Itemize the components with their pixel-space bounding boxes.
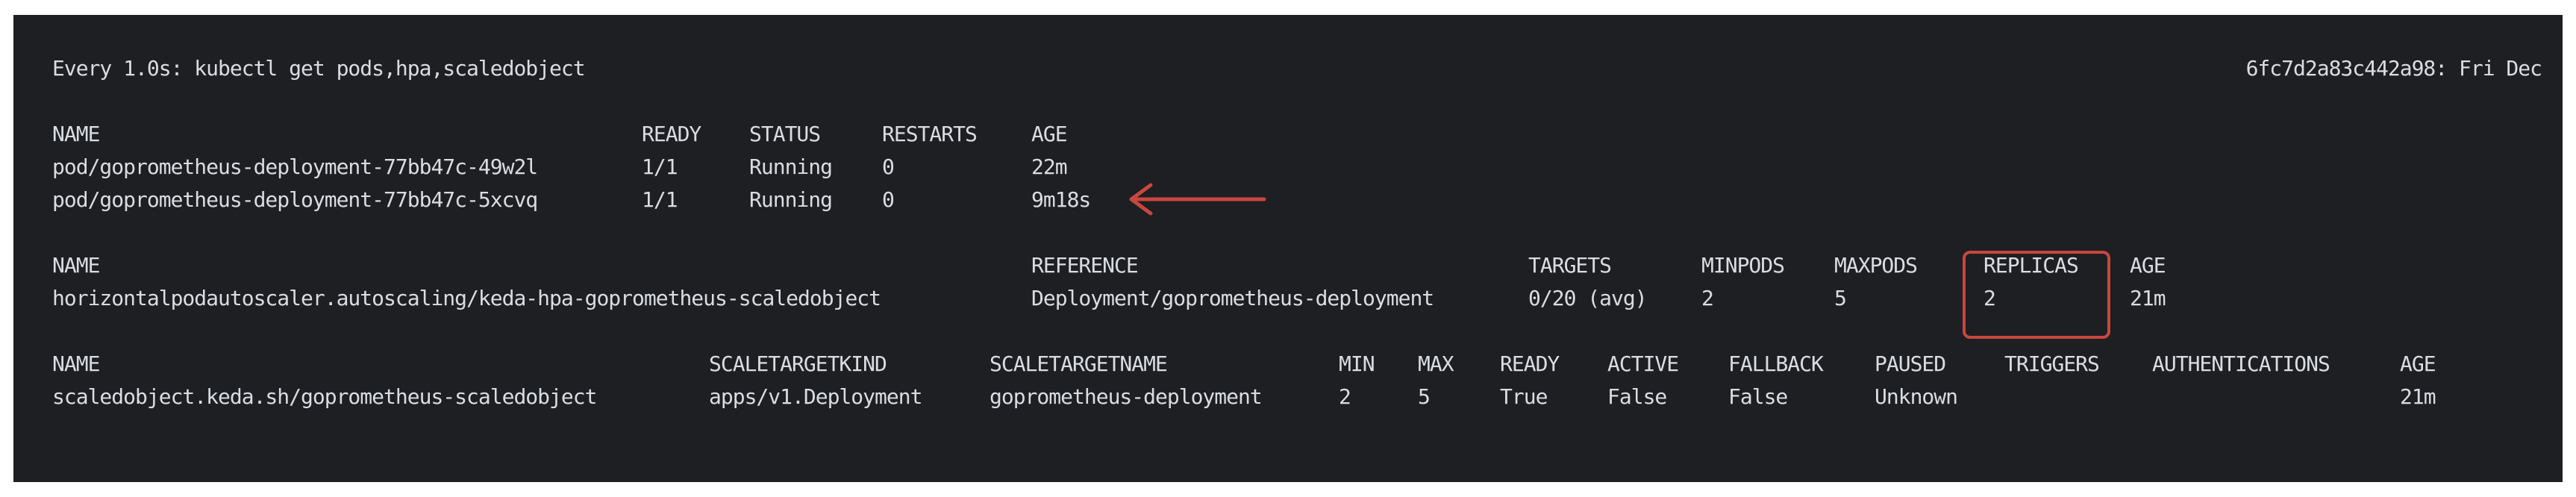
- pod-restarts: 0: [882, 187, 895, 212]
- pod-ready: 1/1: [642, 154, 678, 179]
- left-arrow-icon: [1129, 183, 1266, 216]
- so-header-name: NAME: [52, 351, 100, 376]
- so-header-min: MIN: [1339, 351, 1375, 376]
- hpa-name: horizontalpodautoscaler.autoscaling/keda…: [52, 286, 881, 310]
- hpa-targets: 0/20 (avg): [1528, 286, 1648, 310]
- pod-restarts: 0: [882, 154, 895, 179]
- hpa-reference: Deployment/goprometheus-deployment: [1031, 286, 1434, 310]
- so-header-active: ACTIVE: [1607, 351, 1679, 376]
- so-paused: Unknown: [1875, 384, 1958, 409]
- pods-header-status: STATUS: [749, 122, 821, 146]
- pod-ready: 1/1: [642, 187, 678, 212]
- hpa-header-reference: REFERENCE: [1031, 253, 1139, 278]
- hpa-header-minpods: MINPODS: [1701, 253, 1785, 278]
- hpa-age: 21m: [2130, 286, 2166, 310]
- hpa-header-maxpods: MAXPODS: [1834, 253, 1918, 278]
- so-max: 5: [1418, 384, 1431, 409]
- so-header-age: AGE: [2400, 351, 2436, 376]
- terminal-window: Every 1.0s: kubectl get pods,hpa,scaledo…: [13, 15, 2563, 482]
- replicas-highlight-box: [1963, 251, 2110, 339]
- so-ready: True: [1500, 384, 1548, 409]
- watch-command: Every 1.0s: kubectl get pods,hpa,scaledo…: [52, 56, 586, 81]
- pod-age: 22m: [1031, 154, 1068, 179]
- so-header-paused: PAUSED: [1875, 351, 1946, 376]
- so-header-scaletargetkind: SCALETARGETKIND: [709, 351, 887, 376]
- hpa-minpods: 2: [1701, 286, 1714, 310]
- so-scaletargetname: goprometheus-deployment: [990, 384, 1263, 409]
- so-header-fallback: FALLBACK: [1728, 351, 1824, 376]
- so-min: 2: [1339, 384, 1351, 409]
- pod-status: Running: [749, 187, 833, 212]
- so-header-scaletargetname: SCALETARGETNAME: [990, 351, 1168, 376]
- pod-name: pod/goprometheus-deployment-77bb47c-5xcv…: [52, 187, 538, 212]
- so-header-ready: READY: [1500, 351, 1560, 376]
- hpa-header-targets: TARGETS: [1528, 253, 1612, 278]
- pods-header-name: NAME: [52, 122, 100, 146]
- so-age: 21m: [2400, 384, 2436, 409]
- so-fallback: False: [1728, 384, 1788, 409]
- pods-header-age: AGE: [1031, 122, 1068, 146]
- so-header-triggers: TRIGGERS: [2004, 351, 2100, 376]
- so-active: False: [1607, 384, 1667, 409]
- so-name: scaledobject.keda.sh/goprometheus-scaled…: [52, 384, 597, 409]
- pod-name: pod/goprometheus-deployment-77bb47c-49w2…: [52, 154, 538, 179]
- pods-header-restarts: RESTARTS: [882, 122, 978, 146]
- host-time: 6fc7d2a83c442a98: Fri Dec: [2245, 56, 2542, 81]
- so-header-max: MAX: [1418, 351, 1454, 376]
- hpa-header-age: AGE: [2130, 253, 2166, 278]
- hpa-header-name: NAME: [52, 253, 100, 278]
- pod-status: Running: [749, 154, 833, 179]
- so-scaletargetkind: apps/v1.Deployment: [709, 384, 922, 409]
- hpa-maxpods: 5: [1834, 286, 1847, 310]
- pod-age: 9m18s: [1031, 187, 1091, 212]
- pods-header-ready: READY: [642, 122, 701, 146]
- so-header-authentications: AUTHENTICATIONS: [2152, 351, 2330, 376]
